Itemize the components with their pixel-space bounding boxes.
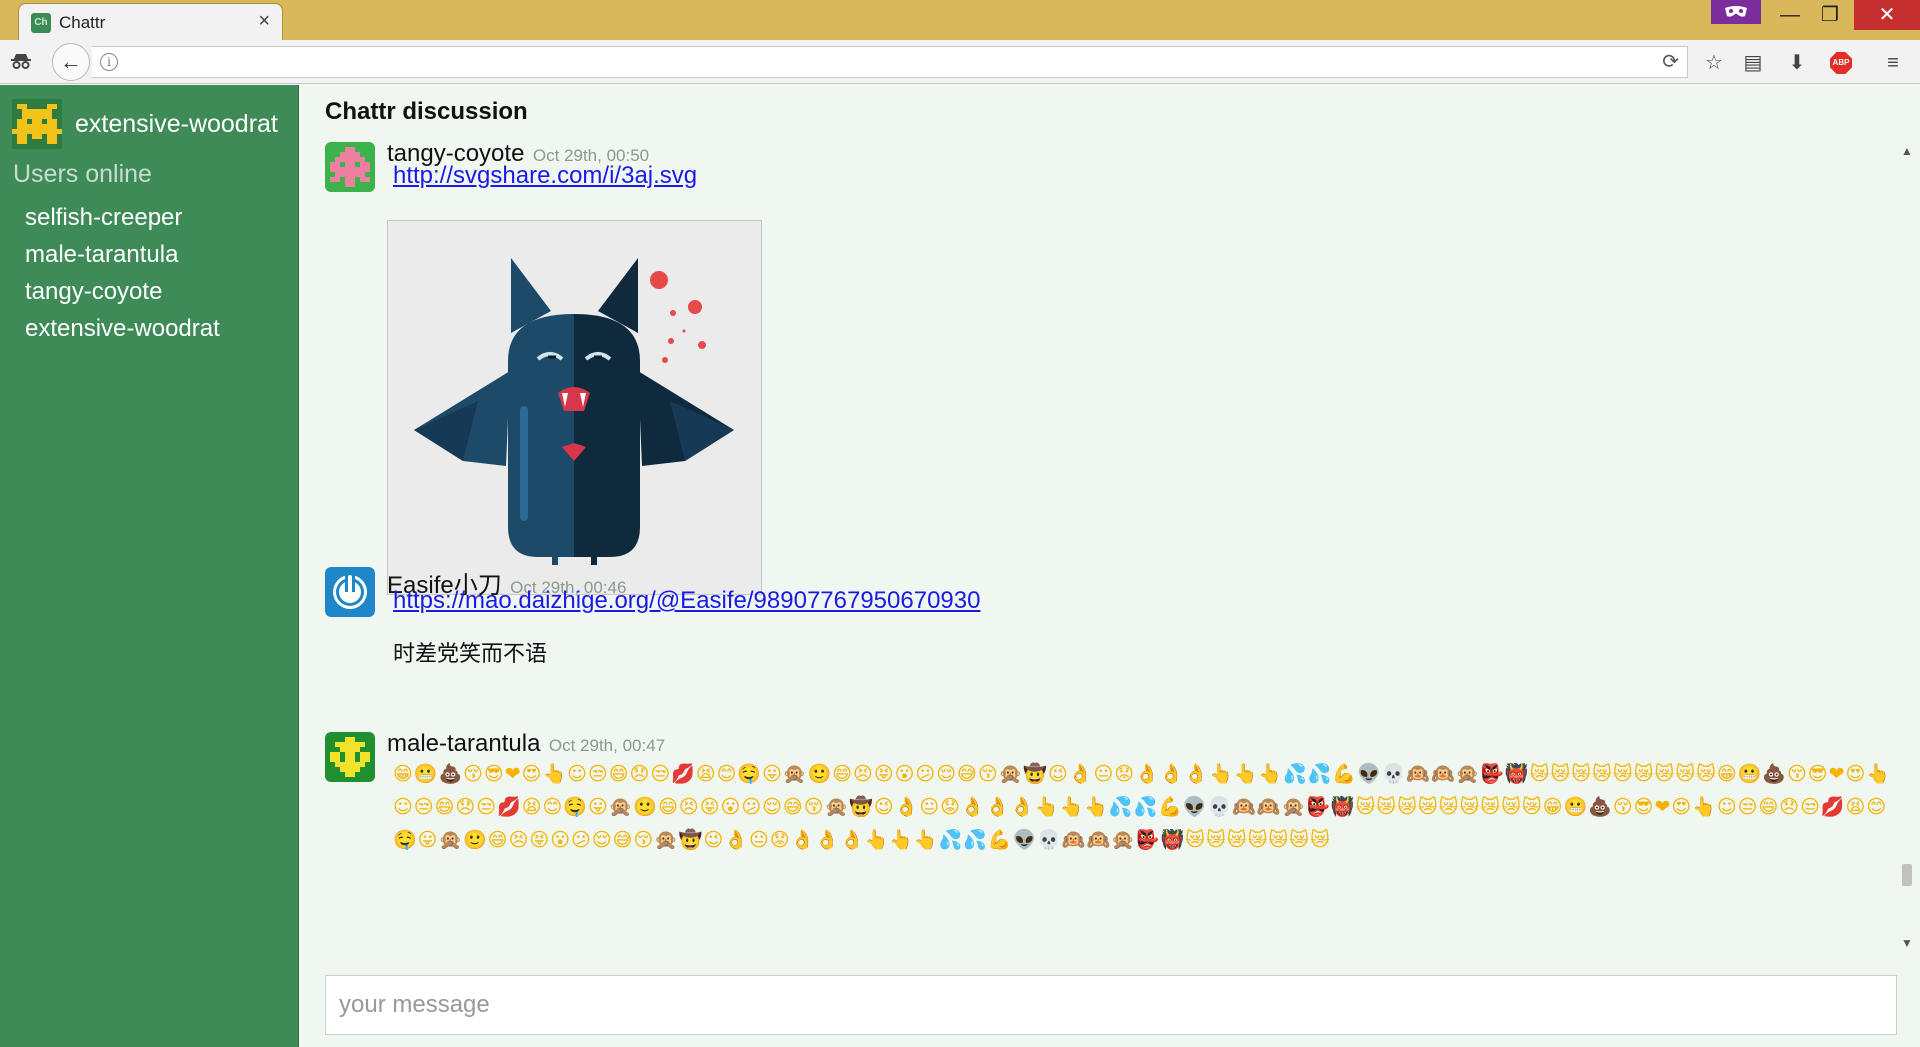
message-list[interactable]: tangy-coyote Oct 29th, 00:50 http://svgs… bbox=[300, 140, 1900, 955]
reload-icon[interactable]: ⟳ bbox=[1662, 49, 1679, 74]
avatar bbox=[325, 142, 375, 192]
avatar bbox=[12, 99, 62, 149]
user-item[interactable]: selfish-creeper bbox=[25, 199, 220, 236]
message-author[interactable]: male-tarantula bbox=[387, 730, 540, 757]
power-logo-icon bbox=[325, 567, 375, 617]
chat-title: Chattr discussion bbox=[325, 98, 528, 125]
scroll-thumb[interactable] bbox=[1902, 864, 1912, 886]
sidebar: extensive-woodrat Users online selfish-c… bbox=[0, 85, 299, 1047]
message-timestamp: Oct 29th, 00:47 bbox=[548, 736, 666, 755]
message-input[interactable] bbox=[326, 976, 1896, 1034]
address-bar[interactable]: i ⟳ bbox=[92, 46, 1688, 78]
message-composer bbox=[325, 975, 1897, 1035]
chat-panel: Chattr discussion tangy-coyote Oct 29th,… bbox=[300, 85, 1920, 1047]
back-button[interactable]: ← bbox=[52, 43, 90, 81]
scroll-up-icon[interactable]: ▲ bbox=[1901, 144, 1913, 158]
tab-title: Chattr bbox=[59, 13, 106, 32]
browser-toolbar: ← i ⟳ ☆ ▤ ⬇ ABP ≡ bbox=[0, 40, 1920, 84]
user-item[interactable]: tangy-coyote bbox=[25, 273, 220, 310]
download-icon[interactable]: ⬇ bbox=[1784, 50, 1810, 76]
minimize-icon[interactable]: — bbox=[1770, 0, 1810, 30]
user-item[interactable]: male-tarantula bbox=[25, 236, 220, 273]
message-scrollbar[interactable]: ▲ ▼ bbox=[1898, 140, 1915, 955]
online-user-list: selfish-creeper male-tarantula tangy-coy… bbox=[25, 199, 220, 347]
incognito-mask-icon bbox=[1711, 0, 1761, 24]
embedded-image[interactable] bbox=[387, 220, 762, 595]
tab-close-icon[interactable]: × bbox=[258, 10, 270, 33]
chattr-favicon-icon: Ch bbox=[31, 13, 51, 33]
scroll-down-icon[interactable]: ▼ bbox=[1901, 936, 1913, 950]
adblock-plus-icon[interactable]: ABP bbox=[1830, 52, 1852, 74]
window-close-icon[interactable]: ✕ bbox=[1854, 0, 1920, 30]
message-link[interactable]: https://mao.daizhige.org/@Easife/9890776… bbox=[393, 587, 980, 615]
message-emoji-text: 😁😬💩😚😎❤😍👆☺😒😄😞😒💋😫😊🤤😛🙊🙂😄😣😝😮😕😌😅😚🙊🤠😉👌😐😟👌👌👌👆👆👆… bbox=[393, 763, 1891, 851]
message-text: 时差党笑而不语 bbox=[393, 642, 548, 667]
bat-illustration bbox=[414, 258, 734, 565]
incognito-profile-icon[interactable] bbox=[8, 50, 34, 76]
reader-list-icon[interactable]: ▤ bbox=[1740, 50, 1766, 76]
browser-titlebar: Ch Chattr × — ❐ ✕ bbox=[0, 0, 1920, 40]
bookmark-star-icon[interactable]: ☆ bbox=[1701, 50, 1727, 76]
site-info-icon[interactable]: i bbox=[100, 53, 118, 71]
restore-icon[interactable]: ❐ bbox=[1810, 0, 1850, 30]
browser-tab[interactable]: Ch Chattr × bbox=[18, 3, 283, 40]
user-item[interactable]: extensive-woodrat bbox=[25, 310, 220, 347]
avatar bbox=[325, 732, 375, 782]
current-user-name: extensive-woodrat bbox=[75, 110, 278, 138]
message-link[interactable]: http://svgshare.com/i/3aj.svg bbox=[393, 162, 697, 190]
menu-hamburger-icon[interactable]: ≡ bbox=[1880, 50, 1906, 76]
message-header: male-tarantula Oct 29th, 00:47 bbox=[387, 730, 665, 758]
users-online-heading: Users online bbox=[13, 160, 152, 188]
